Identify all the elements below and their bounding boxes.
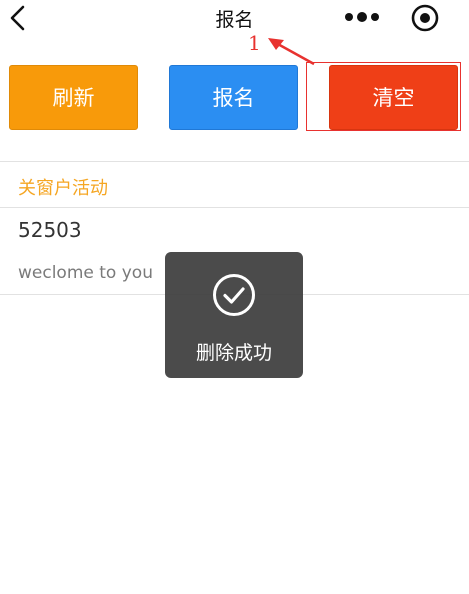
record-description: weclome to you — [18, 263, 153, 283]
refresh-button[interactable]: 刷新 — [9, 65, 138, 130]
divider — [0, 207, 469, 208]
close-miniprogram-button[interactable] — [410, 3, 440, 33]
activity-title: 关窗户活动 — [18, 178, 108, 199]
navigation-bar: 报名 — [0, 0, 469, 36]
page-title: 报名 — [215, 9, 254, 31]
more-button[interactable] — [342, 8, 382, 26]
annotation-number: 1 — [248, 31, 261, 55]
divider — [0, 161, 469, 162]
annotation-arrow-icon — [268, 38, 315, 66]
target-close-icon — [411, 4, 439, 32]
more-dots-icon — [345, 12, 379, 22]
signup-button[interactable]: 报名 — [169, 65, 298, 130]
record-number: 52503 — [18, 218, 82, 242]
clear-button[interactable]: 清空 — [329, 65, 458, 130]
check-circle-icon — [213, 274, 255, 316]
toast-message: 删除成功 — [195, 342, 272, 364]
success-toast: 删除成功 — [165, 252, 303, 378]
